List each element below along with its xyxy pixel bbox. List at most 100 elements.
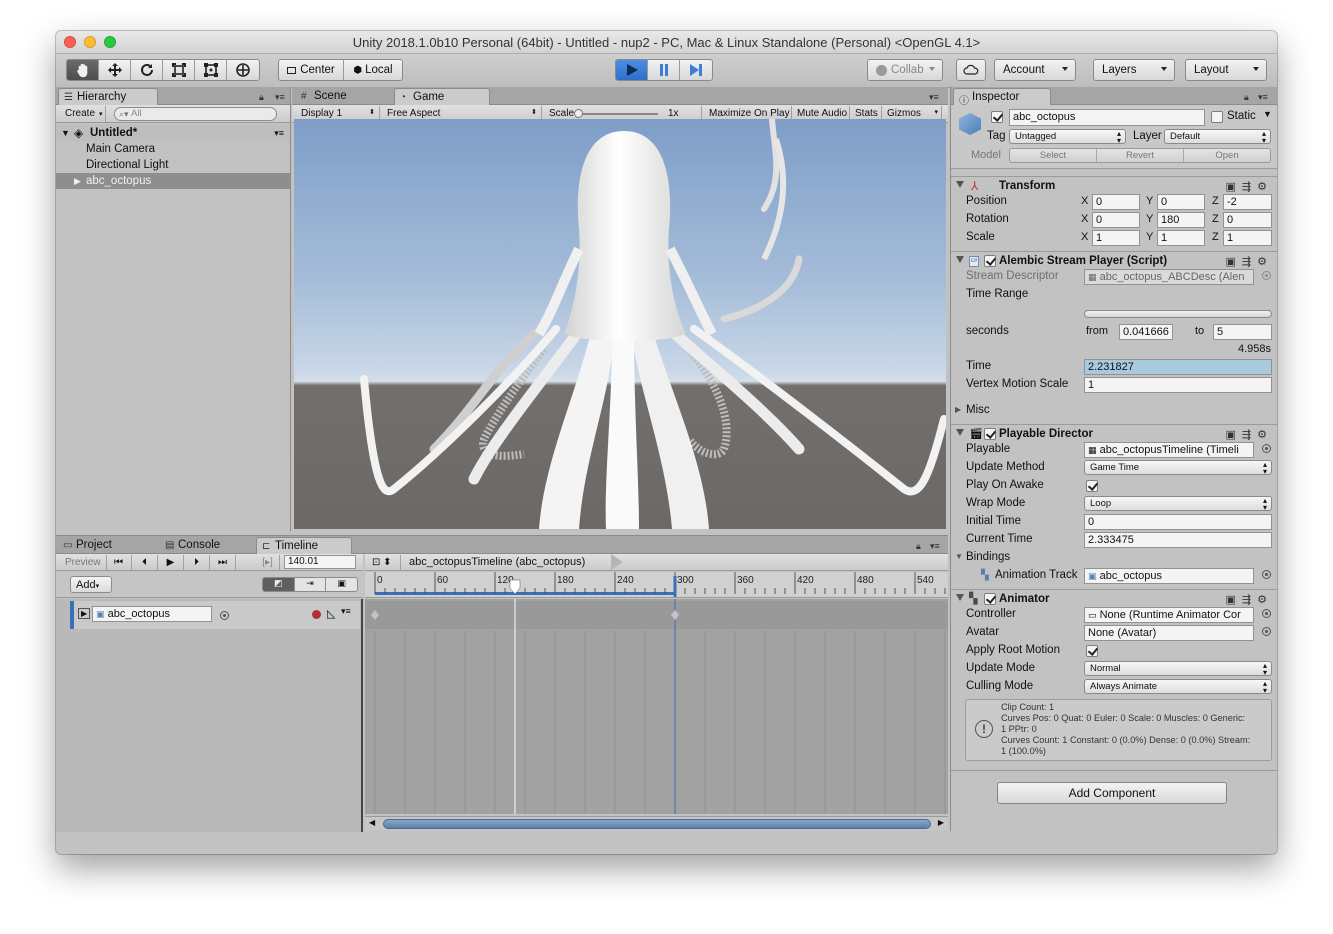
create-dropdown[interactable]: Create ▾ — [60, 106, 106, 122]
panel-menu-icon[interactable]: ▾≡ — [1258, 92, 1268, 103]
add-component-button[interactable]: Add Component — [997, 782, 1227, 804]
timeline-ruler[interactable]: 060120180240300360420480540 ⚙︎ — [365, 572, 948, 598]
object-picker-icon[interactable] — [1262, 627, 1271, 636]
object-picker-icon[interactable] — [1262, 570, 1271, 579]
goto-end-button[interactable]: ⏭ — [210, 555, 236, 571]
track-foldout-icon[interactable]: ▶ — [78, 608, 91, 619]
position-x-field[interactable]: 0 — [1092, 194, 1140, 210]
curves-mode-button[interactable]: ◩ — [263, 578, 294, 591]
timeline-track-area[interactable] — [365, 599, 948, 814]
object-picker-icon[interactable] — [1262, 271, 1271, 280]
object-picker-icon[interactable] — [1262, 444, 1271, 453]
combined-transform-tool-button[interactable] — [227, 60, 259, 80]
time-field[interactable]: 2.231827 — [1084, 359, 1272, 375]
alembic-enabled-checkbox[interactable] — [984, 255, 996, 267]
scale-slider-thumb[interactable] — [574, 109, 583, 118]
account-dropdown[interactable]: Account — [994, 59, 1076, 81]
model-revert-button[interactable]: Revert — [1097, 149, 1184, 162]
to-field[interactable]: 5 — [1213, 324, 1272, 340]
tab-scene[interactable]: # Scene — [296, 88, 386, 105]
culling-mode-dropdown[interactable]: Always Animate ▴ ▾ — [1084, 679, 1272, 695]
pivot-mode-button[interactable]: Center — [279, 60, 344, 80]
hierarchy-item-main-camera[interactable]: Main Camera — [56, 141, 290, 157]
record-button[interactable] — [312, 610, 321, 619]
playable-field[interactable]: ▦ abc_octopusTimeline (Timeli — [1084, 442, 1254, 458]
play-range-button[interactable]: [▸] — [256, 555, 280, 571]
misc-foldout[interactable]: ▶ Misc — [951, 402, 1277, 420]
tab-inspector[interactable]: ⓘ Inspector — [953, 88, 1051, 107]
lock-icon[interactable]: 🔒︎ — [259, 92, 264, 103]
tab-project[interactable]: ▭ Project — [58, 537, 158, 554]
rotation-y-field[interactable]: 180 — [1157, 212, 1205, 228]
wrap-mode-dropdown[interactable]: Loop ▴ ▾ — [1084, 496, 1272, 512]
current-time-field[interactable]: 2.333475 — [1084, 532, 1272, 548]
component-header-icons[interactable]: ▣⇶⚙︎ — [1226, 255, 1273, 268]
scene-menu-icon[interactable]: ▾≡ — [274, 125, 284, 141]
component-header-icons[interactable]: ▣⇶⚙︎ — [1226, 428, 1273, 441]
timeline-selector[interactable]: ⊡ ⬍ — [367, 555, 401, 571]
update-method-dropdown[interactable]: Game Time ▴ ▾ — [1084, 460, 1272, 476]
component-header-icons[interactable]: ▣⇶⚙︎ — [1226, 593, 1273, 606]
preview-toggle[interactable]: Preview — [60, 555, 107, 571]
animator-enabled-checkbox[interactable] — [984, 593, 996, 605]
scale-tool-button[interactable] — [163, 60, 195, 80]
previous-frame-button[interactable]: ⏴ — [132, 555, 158, 571]
tab-timeline[interactable]: ⊏ Timeline — [256, 537, 352, 554]
panel-menu-icon[interactable]: ▾≡ — [275, 92, 285, 103]
controller-field[interactable]: ▭ None (Runtime Animator Cor — [1084, 607, 1254, 623]
lock-icon[interactable]: 🔒︎ — [1244, 92, 1249, 103]
static-checkbox[interactable] — [1211, 111, 1223, 123]
timeline-play-button[interactable]: ▶ — [158, 555, 184, 571]
timeline-settings-button[interactable]: ▣ — [325, 578, 357, 591]
director-enabled-checkbox[interactable] — [984, 428, 996, 440]
next-frame-button[interactable]: ⏵ — [184, 555, 210, 571]
frame-field[interactable]: 140.01 — [284, 555, 356, 569]
rect-tool-button[interactable] — [195, 60, 227, 80]
apply-root-motion-checkbox[interactable] — [1086, 645, 1098, 657]
track-menu-icon[interactable]: ▾≡ — [341, 606, 351, 617]
update-mode-dropdown[interactable]: Normal ▴ ▾ — [1084, 661, 1272, 677]
object-name-field[interactable]: abc_octopus — [1009, 109, 1205, 126]
scale-y-field[interactable]: 1 — [1157, 230, 1205, 246]
scroll-right-arrow-icon[interactable]: ▶ — [938, 818, 944, 827]
tab-game[interactable]: ◔ Game — [394, 88, 490, 105]
initial-time-field[interactable]: 0 — [1084, 514, 1272, 530]
panel-menu-icon[interactable]: ▾≡ — [930, 541, 940, 552]
hierarchy-item-abc-octopus[interactable]: ▶ abc_octopus — [56, 173, 290, 189]
hierarchy-item-directional-light[interactable]: Directional Light — [56, 157, 290, 173]
hand-tool-button[interactable] — [67, 60, 99, 80]
track-binding-field[interactable]: ▣ abc_octopus — [92, 606, 212, 622]
scroll-left-arrow-icon[interactable]: ◀ — [369, 818, 375, 827]
rotation-z-field[interactable]: 0 — [1223, 212, 1272, 228]
rotate-tool-button[interactable] — [131, 60, 163, 80]
bindings-foldout[interactable]: ▼ Bindings — [951, 549, 1277, 567]
scrollbar-thumb[interactable] — [383, 819, 931, 829]
play-on-awake-checkbox[interactable] — [1086, 480, 1098, 492]
active-checkbox[interactable] — [991, 111, 1003, 123]
step-button[interactable] — [680, 60, 712, 80]
static-dropdown-icon[interactable]: ▼ — [1263, 109, 1272, 119]
collab-dropdown[interactable]: Collab — [867, 59, 943, 81]
pivot-rotation-button[interactable]: ⬢ Local — [344, 60, 402, 80]
scale-x-field[interactable]: 1 — [1092, 230, 1140, 246]
position-y-field[interactable]: 0 — [1157, 194, 1205, 210]
scale-z-field[interactable]: 1 — [1223, 230, 1272, 246]
scale-slider-track[interactable] — [576, 113, 658, 115]
model-open-button[interactable]: Open — [1184, 149, 1270, 162]
cloud-button[interactable] — [956, 59, 986, 81]
goto-start-button[interactable]: ⏮ — [106, 555, 132, 571]
clip-mode-button[interactable]: ⇥ — [293, 578, 326, 591]
position-z-field[interactable]: -2 — [1223, 194, 1272, 210]
tab-console[interactable]: ▤ Console — [160, 537, 254, 554]
curves-icon[interactable]: ◺ — [327, 607, 335, 620]
layout-dropdown[interactable]: Layout — [1185, 59, 1267, 81]
foldout-closed-icon[interactable]: ▶ — [74, 173, 81, 189]
add-track-dropdown[interactable]: Add▾ — [70, 576, 112, 593]
move-tool-button[interactable] — [99, 60, 131, 80]
panel-menu-icon[interactable]: ▾≡ — [929, 92, 939, 103]
object-picker-icon[interactable] — [1262, 609, 1271, 618]
avatar-field[interactable]: None (Avatar) — [1084, 625, 1254, 641]
vertex-motion-field[interactable]: 1 — [1084, 377, 1272, 393]
tab-hierarchy[interactable]: ☰ Hierarchy — [58, 88, 158, 105]
layers-dropdown[interactable]: Layers — [1093, 59, 1175, 81]
